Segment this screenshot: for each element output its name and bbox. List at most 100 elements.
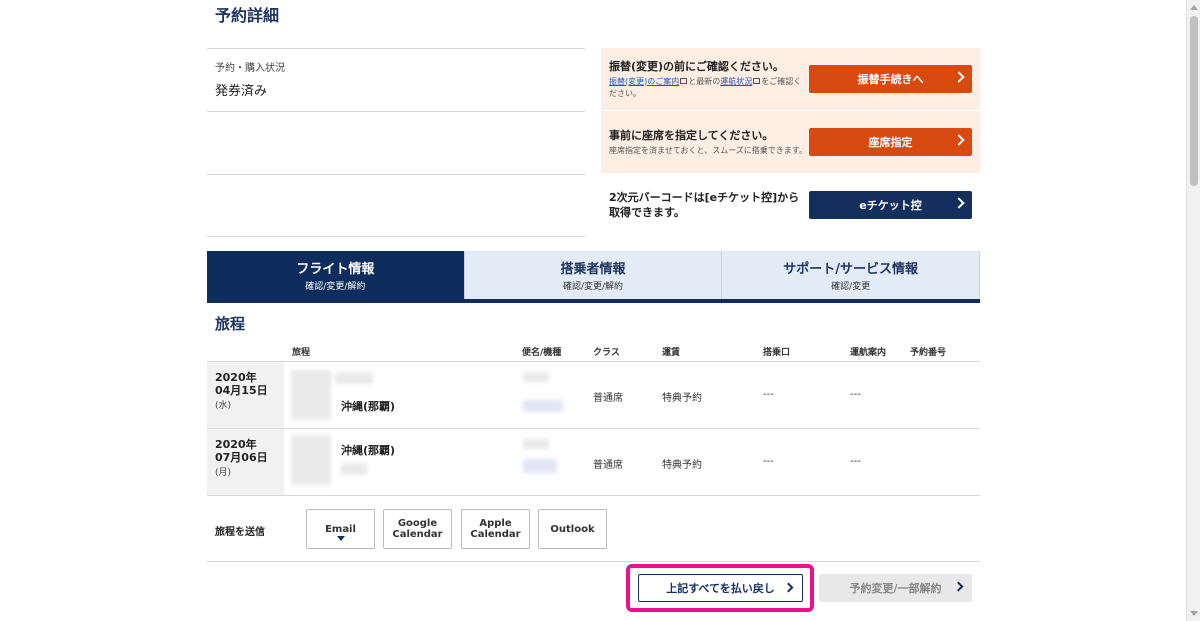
notice-sub-text: と最新の	[688, 76, 721, 86]
table-header: 旅程 便名/機種 クラス 運賃 搭乗口 運航案内 予約番号	[207, 342, 980, 362]
destination: 沖縄(那覇)	[341, 400, 396, 413]
header-flight-status: 運航案内	[850, 348, 887, 358]
notice-title: 振替(変更)の前にご確認ください。	[609, 59, 784, 73]
status-row-empty	[207, 111, 585, 174]
external-window-icon	[680, 78, 688, 84]
chevron-right-icon	[953, 134, 965, 146]
email-button[interactable]: Email	[306, 509, 375, 549]
fare-type: 特典予約	[662, 460, 702, 471]
blurred-content	[523, 372, 549, 382]
transfer-guide-link[interactable]: 振替(変更)のご案内	[609, 77, 679, 86]
seat-selection-button[interactable]: 座席指定	[809, 128, 972, 156]
button-label: Google Calendar	[392, 518, 442, 540]
tab-title: 搭乗者情報	[560, 262, 626, 277]
fare-type: 特典予約	[662, 393, 702, 404]
status-row: 予約・購入状況 発券済み	[207, 48, 585, 111]
date-year: 2020年	[215, 438, 257, 451]
gate-value: ---	[763, 456, 774, 467]
notice-title: 2次元バーコードは[eチケット控]から取得できます。	[609, 191, 800, 219]
notice-block: 振替(変更)の前にご確認ください。 振替(変更)のご案内 と最新の運航状況 をご確認…	[601, 48, 980, 237]
scrollbar-thumb[interactable]	[1190, 16, 1198, 186]
notice-sub: 振替(変更)のご案内 と最新の運航状況 をご確認ください。	[609, 76, 809, 100]
seat-class: 普通席	[593, 460, 623, 471]
notice-text: 2次元バーコードは[eチケット控]から取得できます。	[609, 190, 809, 220]
blurred-content	[341, 463, 367, 475]
scroll-down-icon[interactable]	[1190, 611, 1198, 616]
tab-flight-info[interactable]: フライト情報 確認/変更/解約	[207, 251, 465, 299]
tab-title: フライト情報	[296, 262, 375, 277]
button-label: 振替手続きへ	[857, 73, 924, 86]
chevron-right-icon	[953, 581, 964, 592]
notice-title: 事前に座席を指定してください。	[609, 128, 774, 142]
notice-text: 事前に座席を指定してください。 座席指定を済ませておくと、スムーズに搭乗できます…	[609, 128, 809, 157]
header-gate: 搭乗口	[763, 348, 791, 358]
label-line: Google	[397, 518, 438, 529]
status-block: 予約・購入状況 発券済み	[207, 48, 585, 237]
flight-date: 2020年 07月06日 (月)	[207, 429, 284, 495]
change-booking-button[interactable]: 予約変更/一部解約	[819, 574, 972, 602]
status-row-empty	[207, 174, 585, 237]
destination: 沖縄(那覇)	[341, 444, 396, 457]
blurred-content	[335, 372, 373, 384]
send-itinerary-label: 旅程を送信	[215, 527, 265, 538]
button-label: 座席指定	[868, 136, 913, 149]
chevron-right-icon	[953, 197, 965, 209]
gate-value: ---	[763, 389, 774, 400]
itinerary-table: 旅程 便名/機種 クラス 運賃 搭乗口 運航案内 予約番号 2020年 04月1…	[207, 342, 980, 496]
date-year: 2020年	[215, 371, 257, 384]
button-label: 予約変更/一部解約	[849, 582, 942, 595]
page-title: 予約詳細	[215, 6, 280, 25]
header-flight: 便名/機種	[522, 348, 562, 358]
scroll-up-icon[interactable]	[1190, 5, 1198, 10]
tab-subtitle: 確認/変更/解約	[305, 282, 366, 292]
flight-date: 2020年 04月15日 (水)	[207, 362, 284, 428]
caret-down-icon	[337, 536, 345, 541]
status-label: 予約・購入状況	[215, 63, 285, 74]
blurred-content	[523, 400, 563, 412]
outlook-button[interactable]: Outlook	[538, 509, 607, 549]
date-weekday: (月)	[215, 468, 232, 478]
seat-class: 普通席	[593, 393, 623, 404]
tab-support-service[interactable]: サポート/サービス情報 確認/変更	[722, 251, 981, 299]
table-row: 2020年 04月15日 (水) 沖縄(那覇) 普通席 特典予約 --- ---	[207, 362, 980, 429]
transfer-procedure-button[interactable]: 振替手続きへ	[809, 65, 972, 93]
page: 予約詳細 予約・購入状況 発券済み 振替(変更)の前にご確認ください。 振替(変…	[0, 0, 1200, 621]
chevron-right-icon	[953, 71, 965, 83]
date-month-day: 04月15日	[215, 384, 268, 397]
blurred-content	[291, 370, 331, 420]
itinerary-title: 旅程	[215, 315, 246, 333]
header-route: 旅程	[292, 348, 311, 358]
label-line: Apple	[479, 518, 512, 529]
google-calendar-button[interactable]: Google Calendar	[383, 509, 452, 549]
status-value: 発券済み	[215, 84, 268, 99]
header-class: クラス	[593, 348, 620, 358]
flight-status-value: ---	[850, 389, 861, 400]
tab-title: サポート/サービス情報	[783, 262, 919, 277]
date-weekday: (水)	[215, 401, 232, 411]
button-label: 上記すべてを払い戻し	[666, 582, 775, 595]
apple-calendar-button[interactable]: Apple Calendar	[461, 509, 530, 549]
header-booking-number: 予約番号	[910, 348, 947, 358]
vertical-scrollbar[interactable]	[1186, 0, 1200, 621]
blurred-content	[523, 459, 557, 473]
notice-transfer: 振替(変更)の前にご確認ください。 振替(変更)のご案内 と最新の運航状況 をご確認…	[601, 48, 980, 111]
blurred-content	[523, 439, 549, 449]
flight-status-value: ---	[850, 456, 861, 467]
notice-text: 振替(変更)の前にご確認ください。 振替(変更)のご案内 と最新の運航状況 をご確認…	[609, 59, 809, 100]
label-line: Calendar	[392, 529, 443, 540]
label-line: Calendar	[470, 529, 521, 540]
eticket-button[interactable]: eチケット控	[809, 191, 972, 219]
tab-subtitle: 確認/変更	[831, 282, 871, 292]
button-label: eチケット控	[859, 199, 922, 212]
send-itinerary-row: 旅程を送信 Email Google Calendar Apple Calendar…	[207, 496, 980, 562]
button-label: Apple Calendar	[470, 518, 520, 540]
button-label: Email	[325, 523, 356, 535]
notice-sub: 座席指定を済ませておくと、スムーズに搭乗できます。	[609, 145, 807, 155]
tab-passenger-info[interactable]: 搭乗者情報 確認/変更/解約	[464, 251, 723, 299]
notice-seat: 事前に座席を指定してください。 座席指定を済ませておくと、スムーズに搭乗できます…	[601, 111, 980, 174]
flight-status-link[interactable]: 運航状況	[720, 77, 752, 86]
external-window-icon	[753, 78, 761, 84]
button-label: Outlook	[550, 523, 595, 535]
refund-all-button[interactable]: 上記すべてを払い戻し	[638, 574, 803, 602]
tab-subtitle: 確認/変更/解約	[562, 282, 624, 292]
